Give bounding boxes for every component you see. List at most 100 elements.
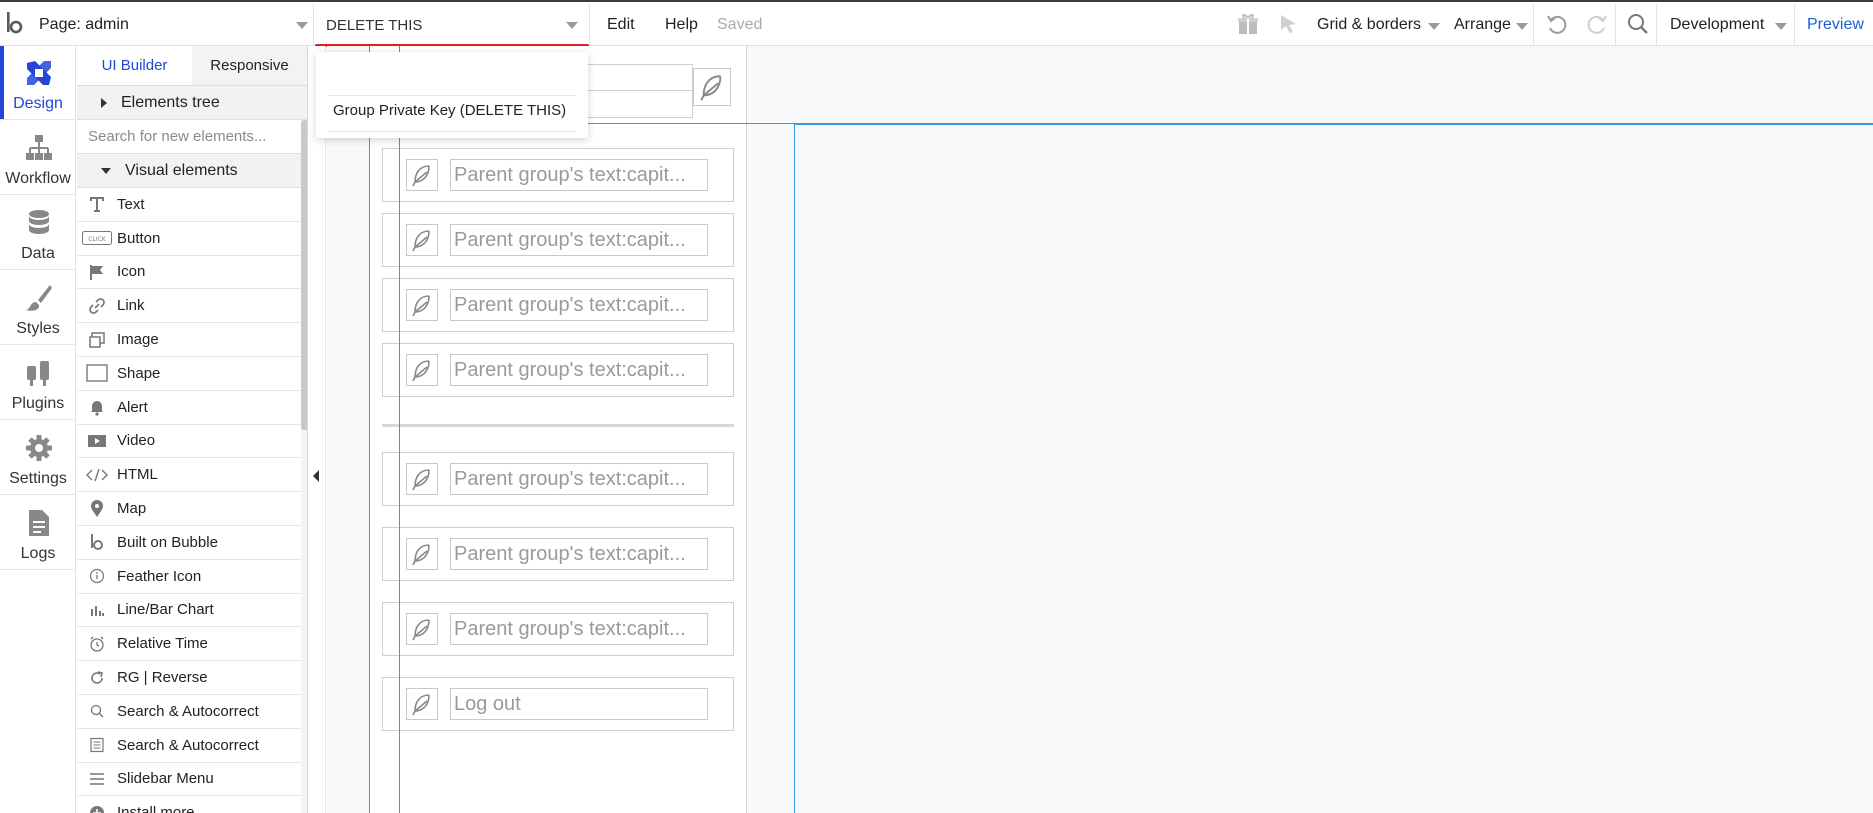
sidebar-item-styles[interactable]: Styles xyxy=(0,271,76,345)
feather-icon[interactable] xyxy=(406,224,438,256)
nav-row-text[interactable]: Parent group's text:capit... xyxy=(450,224,708,256)
image-icon xyxy=(77,331,117,349)
tab-ui-builder[interactable]: UI Builder xyxy=(77,46,192,85)
gift-icon[interactable] xyxy=(1236,12,1260,36)
element-item-image[interactable]: Image xyxy=(77,323,302,357)
feather-icon[interactable] xyxy=(406,538,438,570)
feather-icon[interactable] xyxy=(406,354,438,386)
search-icon[interactable] xyxy=(1626,12,1650,36)
nav-row-logout[interactable]: Log out xyxy=(382,677,734,731)
element-item-relative-time[interactable]: Relative Time xyxy=(77,627,302,662)
collapse-arrow-icon[interactable] xyxy=(313,470,319,482)
nav-row[interactable]: Parent group's text:capit... xyxy=(382,602,734,656)
element-item-feather-icon[interactable]: Feather Icon xyxy=(77,560,302,594)
panel-collapse-strip[interactable] xyxy=(309,46,326,813)
sidebar-item-data[interactable]: Data xyxy=(0,196,76,270)
panel-scrollbar-thumb[interactable] xyxy=(301,120,307,430)
nav-row[interactable]: Parent group's text:capit... xyxy=(382,343,734,397)
arrange-menu[interactable]: Arrange xyxy=(1454,4,1511,46)
nav-row-text[interactable]: Parent group's text:capit... xyxy=(450,354,708,386)
nav-row[interactable]: Parent group's text:capit... xyxy=(382,527,734,581)
undo-icon[interactable] xyxy=(1545,12,1569,36)
chevron-down-icon xyxy=(1775,23,1787,30)
feather-icon[interactable] xyxy=(406,688,438,720)
dropdown-empty-option[interactable] xyxy=(328,60,576,96)
element-item-install-more[interactable]: Install more... xyxy=(77,796,302,813)
element-item-slidebar-menu[interactable]: Slidebar Menu xyxy=(77,763,302,797)
preview-button[interactable]: Preview xyxy=(1807,4,1864,46)
workflow-icon xyxy=(26,135,52,160)
bubble-logo-icon[interactable] xyxy=(4,10,28,38)
sidebar-item-label: Logs xyxy=(20,545,56,562)
sidebar-item-logs[interactable]: Logs xyxy=(0,496,76,570)
content-group[interactable] xyxy=(794,124,1873,813)
arrange-label: Arrange xyxy=(1454,16,1511,33)
element-item-search-autocorrect[interactable]: Search & Autocorrect xyxy=(77,695,302,729)
menu-help[interactable]: Help xyxy=(665,4,698,46)
grid-borders-menu[interactable]: Grid & borders xyxy=(1317,4,1421,46)
element-item-shape[interactable]: Shape xyxy=(77,357,302,391)
sidebar-item-plugins[interactable]: Plugins xyxy=(0,346,76,420)
nav-row[interactable]: Parent group's text:capit... xyxy=(382,278,734,332)
nav-row[interactable]: Parent group's text:capit... xyxy=(382,148,734,202)
element-search-input[interactable] xyxy=(88,128,288,145)
dropdown-option[interactable]: Group Private Key (DELETE THIS) xyxy=(333,102,566,119)
nav-row-text[interactable]: Parent group's text:capit... xyxy=(450,538,708,570)
feather-icon[interactable] xyxy=(693,68,731,106)
sidebar-item-design[interactable]: Design xyxy=(0,46,76,120)
element-item-label: Icon xyxy=(117,263,146,281)
element-item-link[interactable]: Link xyxy=(77,289,302,324)
feather-icon[interactable] xyxy=(406,463,438,495)
element-item-alert[interactable]: Alert xyxy=(77,391,302,425)
info-circle-icon xyxy=(77,568,117,584)
nav-row-text[interactable]: Parent group's text:capit... xyxy=(450,159,708,191)
element-item-button[interactable]: CLICK Button xyxy=(77,222,302,256)
admin-nav-column[interactable]: Parent group's text:capit... Parent grou… xyxy=(369,46,747,813)
element-item-map[interactable]: Map xyxy=(77,492,302,526)
cursor-icon[interactable] xyxy=(1277,12,1301,36)
nav-row-text[interactable]: Log out xyxy=(450,688,708,720)
element-item-rg-reverse[interactable]: RG | Reverse xyxy=(77,661,302,695)
redo-icon[interactable] xyxy=(1585,12,1609,36)
element-item-text[interactable]: Text xyxy=(77,188,302,222)
nav-row-text[interactable]: Parent group's text:capit... xyxy=(450,463,708,495)
element-item-line-bar-chart[interactable]: Line/Bar Chart xyxy=(77,594,302,628)
environment-selector[interactable]: Development xyxy=(1670,4,1764,46)
divider-line[interactable] xyxy=(382,424,734,427)
element-item-video[interactable]: Video xyxy=(77,425,302,459)
menu-edit[interactable]: Edit xyxy=(607,4,635,46)
nav-row-text[interactable]: Parent group's text:capit... xyxy=(450,613,708,645)
svg-text:CLICK: CLICK xyxy=(88,236,106,243)
code-icon xyxy=(77,468,117,482)
elements-tree-toggle[interactable]: Elements tree xyxy=(77,86,307,120)
element-item-label: Search & Autocorrect xyxy=(117,702,259,720)
feather-icon[interactable] xyxy=(406,159,438,191)
sidebar-item-label: Settings xyxy=(9,470,67,487)
divider xyxy=(1794,4,1795,46)
element-item-label: Image xyxy=(117,331,159,349)
chevron-down-icon xyxy=(1516,23,1528,30)
element-item-built-on-bubble[interactable]: Built on Bubble xyxy=(77,526,302,560)
page-selector[interactable]: Page: admin xyxy=(34,4,314,46)
element-item-label: Built on Bubble xyxy=(117,533,218,551)
chevron-right-icon xyxy=(101,97,107,108)
element-item-label: Feather Icon xyxy=(117,567,202,585)
visual-elements-toggle[interactable]: Visual elements xyxy=(77,154,307,188)
element-selector[interactable]: DELETE THIS xyxy=(315,4,590,47)
nav-row-text[interactable]: Parent group's text:capit... xyxy=(450,289,708,321)
sidebar-item-workflow[interactable]: Workflow xyxy=(0,121,76,195)
sidebar-item-settings[interactable]: Settings xyxy=(0,421,76,495)
element-selector-dropdown: Group Private Key (DELETE THIS) xyxy=(316,52,588,138)
element-item-search-autocorrect-2[interactable]: Search & Autocorrect xyxy=(77,729,302,763)
nav-row[interactable]: Parent group's text:capit... xyxy=(382,213,734,267)
tab-responsive[interactable]: Responsive xyxy=(192,46,307,85)
visual-elements-list: Text CLICK Button Icon Link Image Shape … xyxy=(77,188,302,813)
element-item-label: Shape xyxy=(117,364,161,382)
feather-icon[interactable] xyxy=(406,613,438,645)
element-item-html[interactable]: HTML xyxy=(77,458,302,493)
feather-icon[interactable] xyxy=(406,289,438,321)
nav-row[interactable]: Parent group's text:capit... xyxy=(382,452,734,506)
bell-icon xyxy=(77,398,117,416)
design-canvas[interactable]: Parent group's text:capit... Parent grou… xyxy=(327,46,1873,813)
element-item-icon[interactable]: Icon xyxy=(77,256,302,290)
